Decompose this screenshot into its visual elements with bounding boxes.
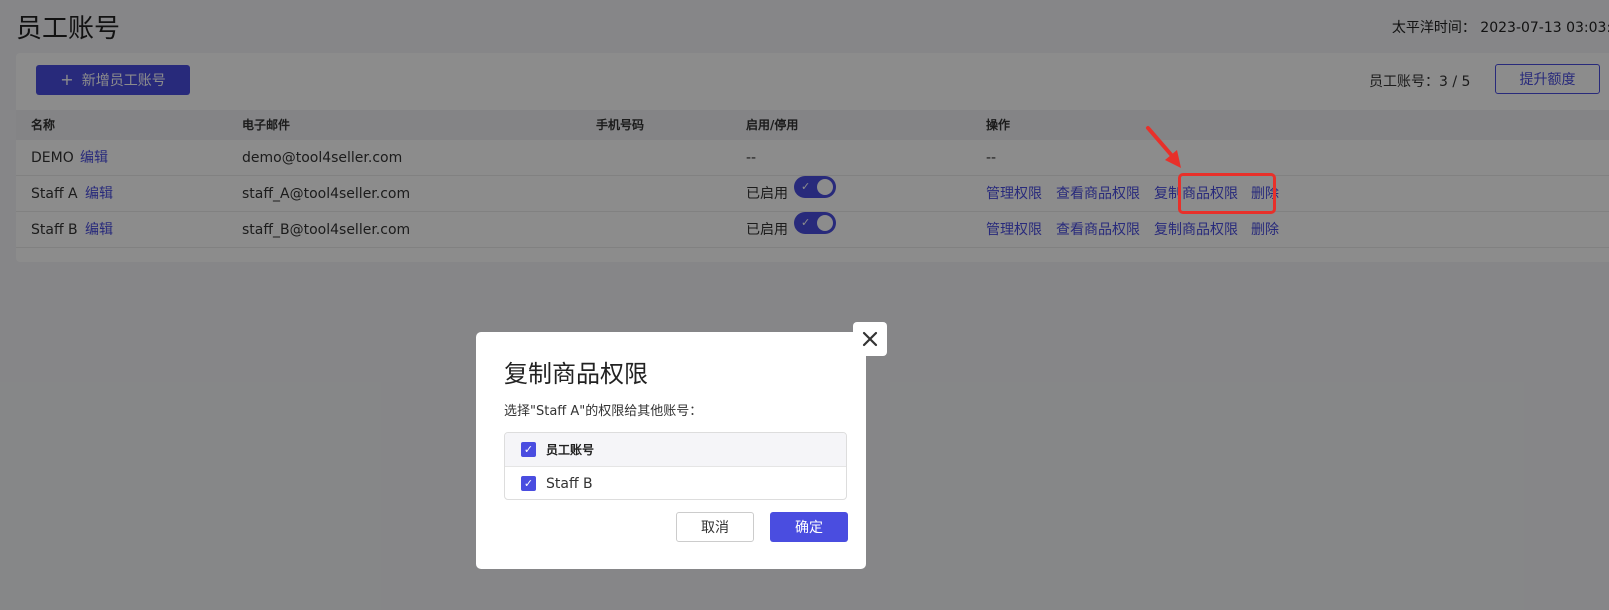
dialog-title: 复制商品权限	[504, 360, 648, 388]
close-icon	[862, 331, 878, 347]
close-dialog-button[interactable]	[853, 322, 887, 356]
account-select-table: ✓ 员工账号 ✓ Staff B	[504, 432, 847, 500]
red-arrow-icon	[1146, 126, 1181, 168]
dialog-subtitle: 选择"Staff A"的权限给其他账号：	[504, 404, 703, 419]
select-all-row[interactable]: ✓ 员工账号	[505, 433, 846, 467]
checkbox-checked-icon[interactable]: ✓	[521, 476, 536, 491]
account-option-label: Staff B	[546, 475, 593, 492]
select-table-header: 员工账号	[546, 443, 595, 457]
cancel-button[interactable]: 取消	[676, 512, 754, 542]
annotation-highlight-box	[1178, 173, 1276, 214]
confirm-button[interactable]: 确定	[770, 512, 848, 542]
checkbox-checked-icon[interactable]: ✓	[521, 442, 536, 457]
account-option[interactable]: ✓ Staff B	[505, 467, 846, 499]
copy-permissions-dialog: 复制商品权限 选择"Staff A"的权限给其他账号： ✓ 员工账号 ✓ Sta…	[476, 332, 866, 569]
